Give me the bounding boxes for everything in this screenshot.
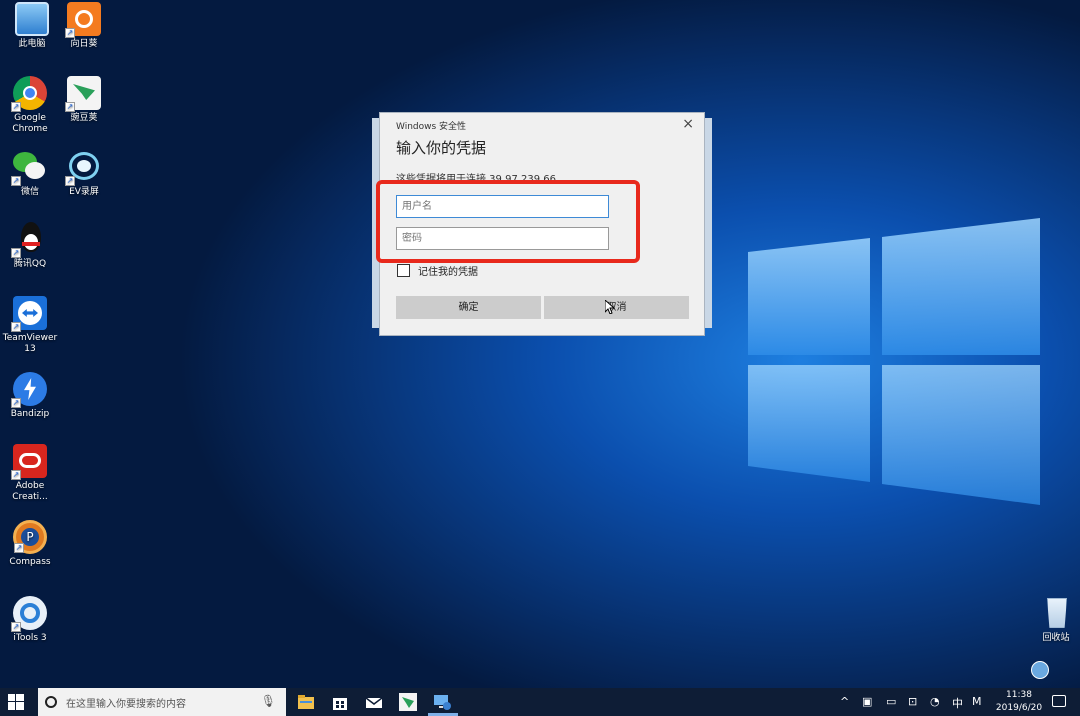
windows-start-icon[interactable] (8, 694, 24, 710)
ok-button[interactable]: 确定 (396, 296, 541, 319)
desktop-icon-recycle-bin[interactable]: 回收站 (1024, 596, 1080, 644)
adobe-creative-cloud-icon: ↗ (11, 444, 47, 480)
shortcut-arrow-icon: ↗ (11, 102, 21, 112)
shortcut-arrow-icon: ↗ (65, 176, 75, 186)
desktop-icon-itools[interactable]: ↗ iTools 3 (0, 596, 62, 644)
cancel-button[interactable]: 取消 (544, 296, 689, 319)
taskbar: 在这里输入你要搜索的内容 🎙 ^ ▣ ▭ ⊡ ◔ 中 M 11:38 2019/… (0, 688, 1080, 716)
shortcut-arrow-icon: ↗ (11, 322, 21, 332)
credentials-highlight-box (376, 180, 640, 263)
clock-date[interactable]: 2019/6/20 (994, 703, 1044, 713)
wechat-icon: ↗ (11, 150, 47, 186)
remember-credentials-label: 记住我的凭据 (418, 267, 478, 278)
desktop-icon-label: iTools 3 (13, 633, 47, 643)
cortana-circle-icon (45, 696, 57, 708)
desktop-icon-adobe[interactable]: ↗ Adobe Creati... (0, 444, 62, 503)
shortcut-arrow-icon: ↗ (14, 543, 24, 553)
clock-time[interactable]: 11:38 (1000, 690, 1038, 700)
ime-mode-indicator[interactable]: M (972, 695, 982, 708)
show-hidden-icons-icon[interactable]: ^ (840, 695, 849, 708)
file-explorer-icon[interactable] (296, 692, 316, 712)
wandoujia-taskbar-icon[interactable] (398, 692, 418, 712)
shortcut-arrow-icon: ↗ (11, 622, 21, 632)
remember-credentials-checkbox[interactable] (397, 264, 410, 277)
microphone-icon[interactable]: 🎙 (261, 694, 276, 708)
notification-center-icon[interactable] (1052, 695, 1066, 707)
mail-icon[interactable] (364, 692, 384, 712)
sunflower-icon: ↗ (65, 2, 101, 38)
desktop-icon-bandizip[interactable]: ↗ Bandizip (0, 372, 62, 420)
desktop-icon-ev-recorder[interactable]: ↗ EV录屏 (52, 150, 116, 198)
desktop-icon-label: Google Chrome (12, 113, 48, 134)
chrome-icon: ↗ (11, 76, 47, 112)
desktop-icon-label: 豌豆荚 (70, 113, 98, 123)
shortcut-arrow-icon: ↗ (11, 248, 21, 258)
shortcut-arrow-icon: ↗ (65, 102, 75, 112)
computer-icon (15, 2, 49, 36)
remote-desktop-icon[interactable] (432, 692, 452, 712)
shortcut-arrow-icon: ↗ (11, 176, 21, 186)
wifi-tray-icon[interactable]: ◔ (930, 695, 940, 708)
dialog-title: Windows 安全性 (396, 122, 467, 132)
desktop-icon-label: 回收站 (1042, 633, 1070, 643)
ev-recorder-icon: ↗ (65, 150, 101, 186)
store-icon[interactable] (330, 692, 350, 712)
wandoujia-icon: ↗ (65, 76, 101, 112)
network-tray-icon[interactable]: ▣ (862, 695, 872, 708)
display-tray-icon[interactable]: ⊡ (908, 695, 917, 708)
desktop-icon-label: 微信 (20, 187, 39, 197)
teamviewer-icon: ↗ (11, 296, 47, 332)
desktop-icon-wandoujia[interactable]: ↗ 豌豆荚 (52, 76, 116, 124)
desktop-icon-label: Compass (9, 557, 51, 567)
search-placeholder: 在这里输入你要搜索的内容 (66, 699, 186, 710)
desktop-icon-qq[interactable]: ↗ 腾讯QQ (0, 222, 62, 270)
desktop-icon-label: TeamViewer 13 (2, 333, 58, 354)
recycle-bin-icon (1039, 596, 1073, 630)
mouse-cursor-icon (605, 300, 615, 314)
desktop-icon-label: EV录屏 (69, 187, 99, 197)
taskbar-search-box[interactable]: 在这里输入你要搜索的内容 🎙 (38, 688, 286, 716)
floating-app-badge-icon[interactable] (1031, 661, 1049, 679)
dialog-heading: 输入你的凭据 (396, 139, 487, 157)
compass-icon: P ↗ (13, 520, 47, 554)
close-button[interactable]: × (682, 116, 694, 132)
desktop-icon-label: Adobe Creati... (12, 481, 48, 502)
battery-tray-icon[interactable]: ▭ (886, 695, 896, 708)
qq-penguin-icon: ↗ (11, 222, 47, 258)
desktop-icon-label: Bandizip (10, 409, 50, 419)
bandizip-icon: ↗ (11, 372, 47, 408)
shortcut-arrow-icon: ↗ (11, 470, 21, 480)
ime-indicator[interactable]: 中 (952, 695, 963, 711)
desktop-icon-teamviewer[interactable]: ↗ TeamViewer 13 (0, 296, 62, 355)
windows-logo-wallpaper (748, 218, 1040, 505)
desktop-icon-compass[interactable]: P ↗ Compass (0, 520, 62, 568)
desktop-icon-sunflower[interactable]: ↗ 向日葵 (52, 2, 116, 50)
shortcut-arrow-icon: ↗ (11, 398, 21, 408)
shortcut-arrow-icon: ↗ (65, 28, 75, 38)
desktop-icon-label: 向日葵 (70, 39, 98, 49)
desktop-icon-label: 此电脑 (18, 39, 46, 49)
itools-icon: ↗ (11, 596, 47, 632)
desktop-icon-label: 腾讯QQ (13, 259, 47, 269)
